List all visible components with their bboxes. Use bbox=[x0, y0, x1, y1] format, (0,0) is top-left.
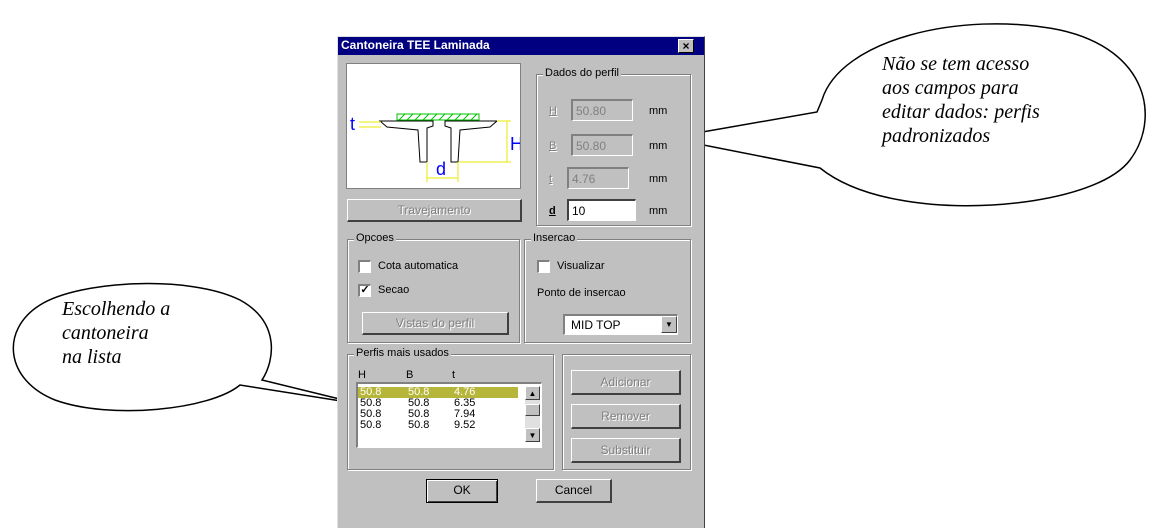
ok-button[interactable]: OK bbox=[426, 479, 498, 503]
field-b-unit: mm bbox=[649, 140, 668, 152]
left-angle bbox=[378, 120, 434, 163]
field-t-label: t bbox=[549, 173, 553, 185]
perfis-list[interactable]: 50.8 50.8 4.76 50.8 50.8 6.35 50.8 50.8 … bbox=[356, 382, 542, 448]
secao-label[interactable]: Secao bbox=[378, 284, 409, 296]
label-d: d bbox=[436, 159, 446, 179]
perfis-legend: Perfis mais usados bbox=[354, 347, 451, 359]
col-header-h: H bbox=[358, 369, 366, 381]
dialog-window: Cantoneira TEE Laminada × t d H Travejam… bbox=[337, 36, 705, 528]
dialog-title: Cantoneira TEE Laminada bbox=[341, 38, 490, 52]
dados-perfil-group: Dados do perfil H 50.80 mm B 50.80 mm t … bbox=[536, 67, 691, 226]
label-h: H bbox=[510, 134, 520, 154]
ponto-insercao-label: Ponto de insercao bbox=[537, 287, 626, 299]
field-d-input[interactable]: 10 bbox=[567, 199, 636, 221]
insercao-legend: Insercao bbox=[531, 232, 578, 244]
right-callout-text: Não se tem acesso aos campos para editar… bbox=[882, 53, 1040, 147]
right-angle bbox=[444, 120, 499, 163]
ponto-insercao-value: MID TOP bbox=[571, 318, 621, 332]
cancel-button[interactable]: Cancel bbox=[536, 479, 612, 503]
hatch-lines bbox=[398, 113, 478, 121]
substituir-button[interactable]: Substituir bbox=[571, 438, 681, 463]
vistas-perfil-button[interactable]: Vistas do perfil bbox=[362, 312, 509, 335]
field-h-unit: mm bbox=[649, 105, 668, 117]
opcoes-group: Opcoes Cota automatica ✓ Secao Vistas do… bbox=[347, 232, 520, 343]
list-item[interactable]: 50.8 50.8 6.35 bbox=[358, 398, 518, 409]
profile-preview: t d H bbox=[346, 63, 523, 189]
adicionar-button[interactable]: Adicionar bbox=[571, 370, 681, 395]
scroll-up-icon[interactable]: ▲ bbox=[525, 386, 540, 400]
travejamento-button[interactable]: Travejamento bbox=[347, 199, 522, 222]
list-item[interactable]: 50.8 50.8 4.76 bbox=[358, 387, 518, 398]
visualizar-label[interactable]: Visualizar bbox=[557, 260, 605, 272]
close-button[interactable]: × bbox=[678, 39, 694, 53]
list-item[interactable]: 50.8 50.8 7.94 bbox=[358, 409, 518, 420]
field-b-label: B bbox=[549, 140, 557, 152]
remover-button[interactable]: Remover bbox=[571, 404, 681, 429]
left-callout-text: Escolhendo a cantoneira na lista bbox=[62, 298, 171, 368]
cota-automatica-checkbox[interactable] bbox=[358, 260, 371, 273]
title-bar[interactable]: Cantoneira TEE Laminada × bbox=[338, 37, 704, 55]
list-item[interactable]: 50.8 50.8 9.52 bbox=[358, 420, 518, 431]
cota-automatica-label[interactable]: Cota automatica bbox=[378, 260, 458, 272]
field-h-label: H bbox=[549, 105, 557, 117]
visualizar-checkbox[interactable] bbox=[537, 260, 550, 273]
opcoes-legend: Opcoes bbox=[354, 232, 396, 244]
perfis-group: Perfis mais usados H B t 50.8 50.8 4.76 … bbox=[347, 347, 554, 470]
field-t-input[interactable]: 4.76 bbox=[567, 167, 629, 189]
insercao-group: Insercao Visualizar Ponto de insercao MI… bbox=[524, 232, 691, 343]
col-header-b: B bbox=[406, 369, 414, 381]
secao-checkbox[interactable]: ✓ bbox=[358, 284, 371, 297]
dados-perfil-legend: Dados do perfil bbox=[543, 67, 621, 79]
col-header-t: t bbox=[452, 369, 456, 381]
field-d-label: d bbox=[549, 205, 556, 217]
field-b-input[interactable]: 50.80 bbox=[571, 134, 633, 156]
scroll-down-icon[interactable]: ▼ bbox=[525, 428, 540, 442]
dropdown-arrow-icon[interactable]: ▼ bbox=[661, 316, 677, 333]
field-t-unit: mm bbox=[649, 173, 668, 185]
field-h-input[interactable]: 50.80 bbox=[571, 99, 633, 121]
field-d-unit: mm bbox=[649, 205, 668, 217]
scrollbar-thumb[interactable] bbox=[525, 404, 540, 416]
label-t: t bbox=[350, 114, 355, 134]
dimension-lines bbox=[359, 120, 511, 182]
tee-profile-diagram: t d H bbox=[350, 113, 523, 182]
ponto-insercao-select[interactable]: MID TOP ▼ bbox=[563, 314, 678, 335]
